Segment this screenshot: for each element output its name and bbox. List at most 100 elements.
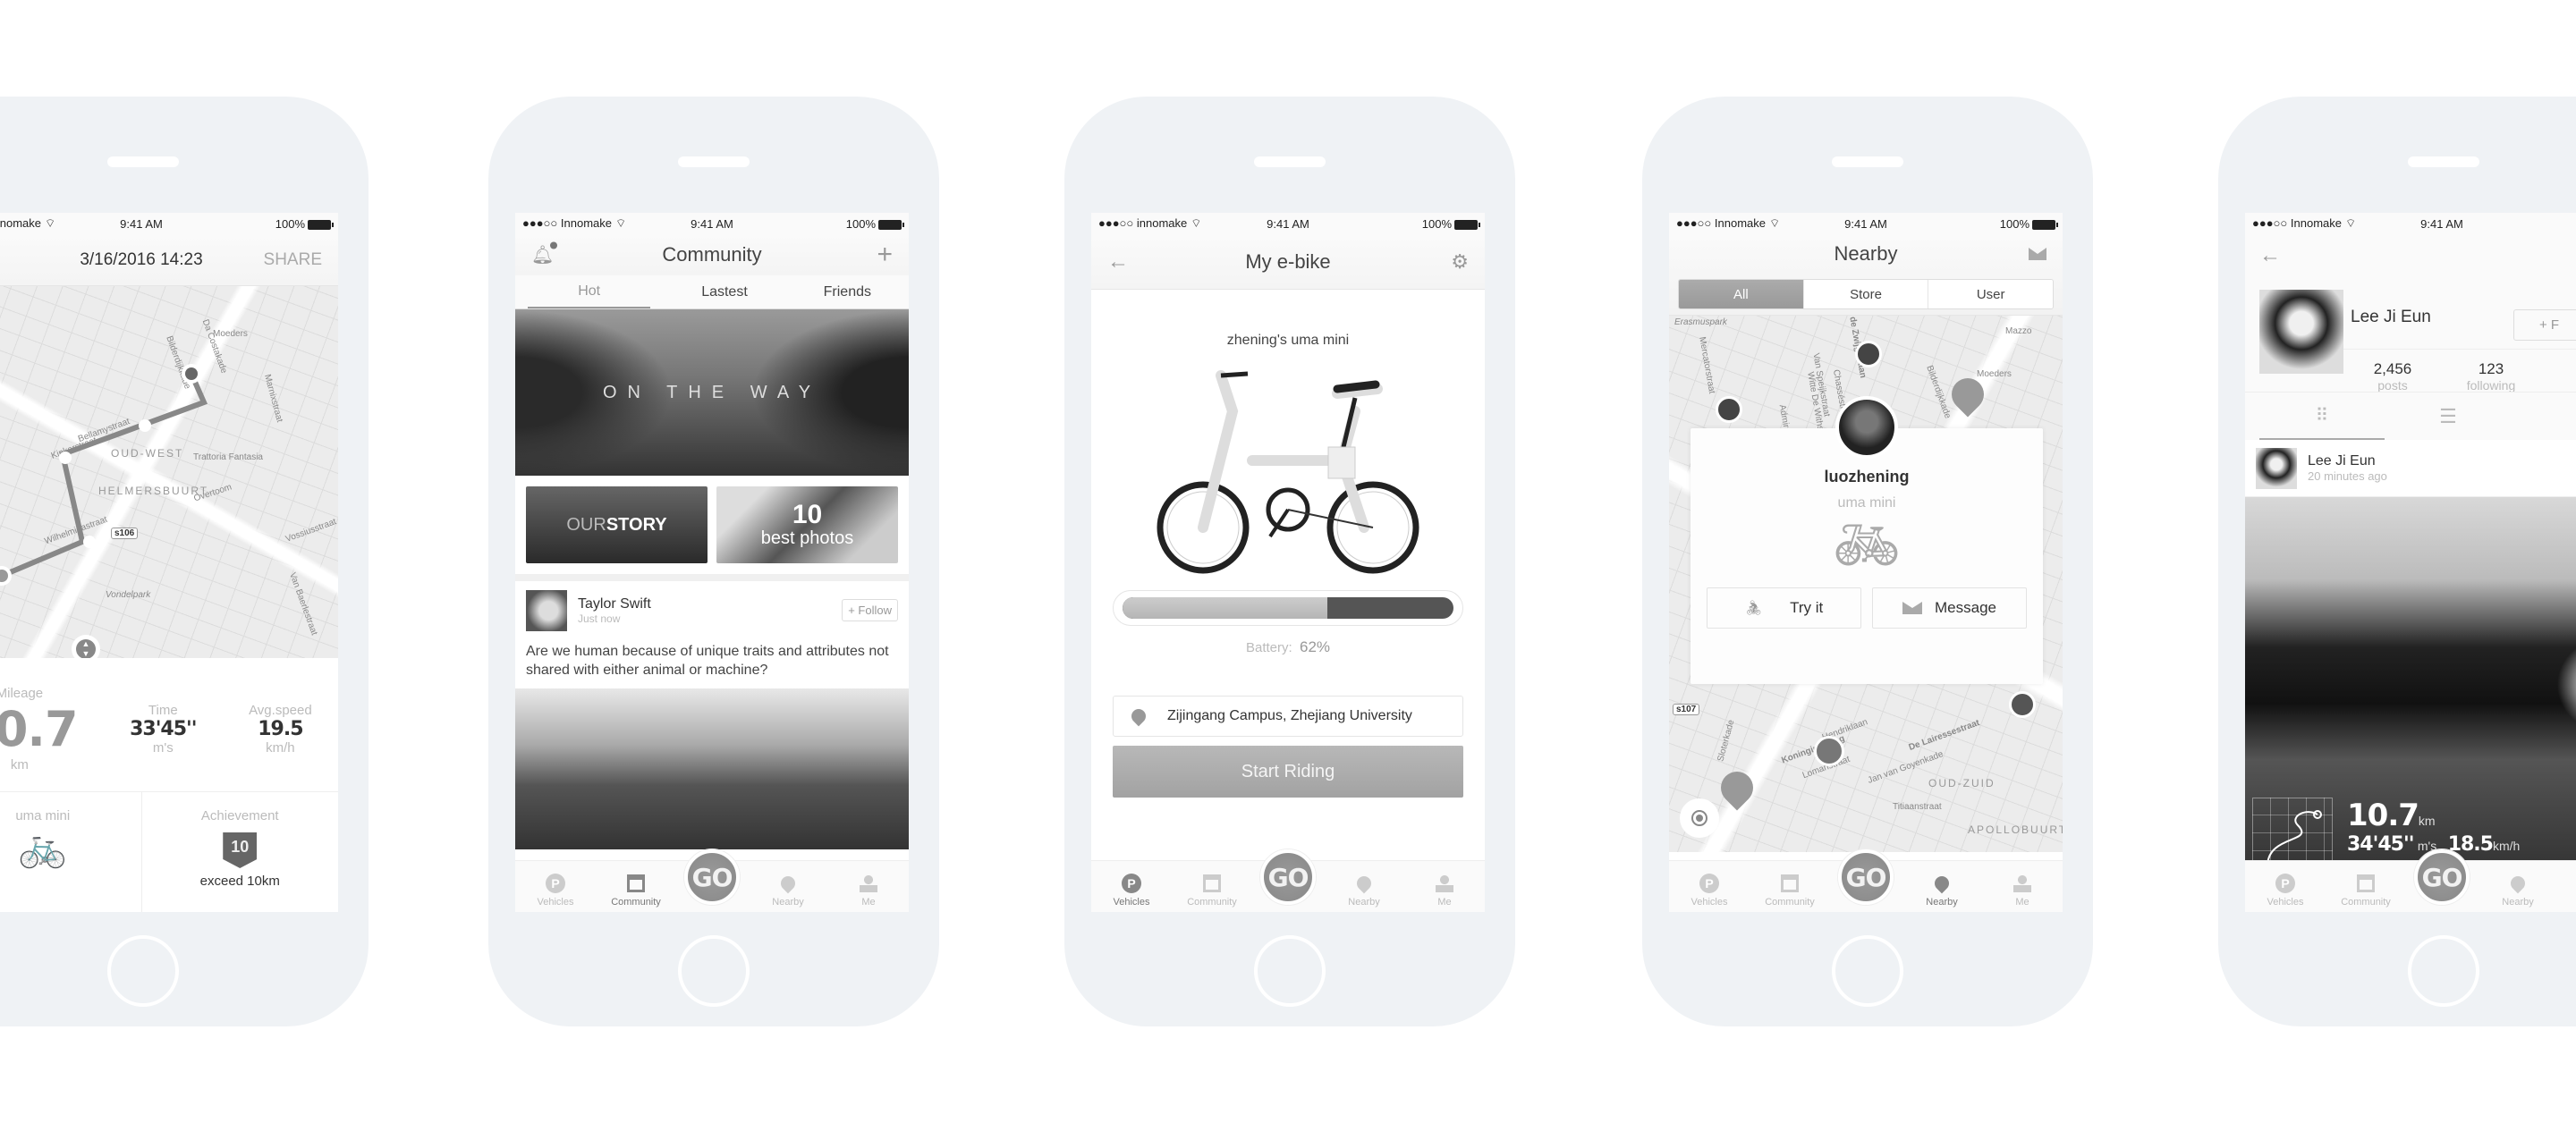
segment-store[interactable]: Store: [1802, 280, 1928, 308]
home-button[interactable]: [1832, 935, 1903, 1007]
home-button[interactable]: [678, 935, 750, 1007]
featured-banner[interactable]: ON THE WAY: [515, 309, 909, 476]
battery-percent: 100%: [275, 216, 305, 231]
up-down-arrow-icon: ▲ ▼: [76, 639, 96, 658]
achievement-card[interactable]: Achievement 10 exceed 10km: [142, 792, 339, 912]
location-pin-icon: [1128, 705, 1149, 727]
profile-view-tabs: ⠿ ☰ 🚴︎: [2245, 392, 2576, 440]
posts-stat[interactable]: 2,456 posts: [2343, 350, 2442, 393]
route-map[interactable]: Moeders OUD-WEST HELMERSBUURT Trattoria …: [0, 286, 338, 658]
tab-hot[interactable]: Hot: [528, 275, 651, 308]
crosshair-icon: [1691, 810, 1707, 826]
home-button[interactable]: [107, 935, 179, 1007]
back-arrow-icon[interactable]: ←: [1107, 249, 1129, 274]
post-author[interactable]: Lee Ji Eun: [2308, 453, 2387, 469]
tab-community[interactable]: Community: [2330, 874, 2402, 908]
tab-me[interactable]: Me: [1987, 874, 2058, 908]
tab-community[interactable]: Community: [600, 874, 672, 908]
add-post-button[interactable]: +: [877, 240, 893, 270]
ride-photo[interactable]: 10.7km 34'45'' m's 18.5km/h: [2245, 497, 2576, 873]
settings-gear-icon[interactable]: ⚙: [1451, 250, 1469, 274]
our-story-card[interactable]: OUR STORY: [526, 486, 708, 563]
post-header: Taylor Swift Just now + Follow: [526, 590, 898, 631]
store-pin[interactable]: [1714, 764, 1760, 811]
location-pin-icon: [2507, 873, 2529, 894]
nearby-map[interactable]: Erasmuspark Mercatorstraat Admiralengrac…: [1669, 316, 2063, 852]
cyclist-icon: 🚴︎: [1744, 601, 1764, 616]
phone-my-ebike: ●●●○○ innomake ⌔ 9:41 AM 100% ← My e-bike…: [1064, 97, 1515, 1026]
mail-icon[interactable]: [2029, 242, 2046, 266]
followers-stat[interactable]: 1fo: [2540, 350, 2576, 393]
user-pin[interactable]: [1716, 396, 1742, 423]
go-button[interactable]: GO: [684, 849, 740, 905]
battery-icon: [1454, 219, 1480, 230]
go-button[interactable]: GO: [2414, 849, 2470, 905]
share-button[interactable]: SHARE: [264, 250, 322, 270]
tab-nearby[interactable]: Nearby: [1328, 873, 1400, 908]
profile-stats: 2,456posts 123following 1fo: [2343, 349, 2576, 393]
tab-vehicles[interactable]: P Vehicles: [520, 874, 591, 908]
follow-button[interactable]: + Follow: [842, 599, 898, 621]
tab-bar: PVehicles Community Nearby Me GO: [1091, 849, 1485, 912]
tab-vehicles[interactable]: P Vehicles: [1674, 874, 1745, 908]
location-field[interactable]: Zijingang Campus, Zhejiang University: [1113, 696, 1463, 737]
status-time: 9:41 AM: [120, 216, 163, 231]
user-pin[interactable]: [1855, 341, 1882, 367]
best-photos-card[interactable]: 10 best photos: [716, 486, 898, 563]
author-name[interactable]: Taylor Swift: [578, 596, 651, 612]
photo-marker[interactable]: [139, 419, 151, 432]
popup-actions: 🚴︎ Try it Message: [1690, 587, 2043, 629]
tab-community[interactable]: Community: [1176, 874, 1248, 908]
battery-icon: [308, 219, 334, 230]
segment-user[interactable]: User: [1928, 280, 2053, 308]
tab-me[interactable]: Me: [1409, 874, 1480, 908]
photo-marker[interactable]: [83, 536, 96, 548]
popup-avatar[interactable]: [1835, 396, 1898, 459]
list-view-icon[interactable]: ☰: [2399, 393, 2497, 440]
home-button[interactable]: [1254, 935, 1326, 1007]
speaker: [1254, 156, 1326, 167]
back-arrow-icon[interactable]: ←: [2259, 243, 2281, 268]
bike-name: zhening's uma mini: [1226, 333, 1350, 348]
tab-lastest[interactable]: Lastest: [663, 275, 785, 308]
screen: ●●●○○ innomake ⌔ 9:41 AM 100% ← My e-bike…: [1091, 213, 1485, 912]
message-button[interactable]: Message: [1872, 587, 2027, 629]
start-riding-button[interactable]: Start Riding: [1113, 746, 1463, 798]
post-avatar[interactable]: [2256, 447, 2297, 489]
go-button[interactable]: GO: [1260, 849, 1316, 905]
phone-nearby: ●●●○○ Innomake ⌔ 9:41 AM 100% Nearby All …: [1642, 97, 2093, 1026]
home-button[interactable]: [2408, 935, 2479, 1007]
rides-view-icon[interactable]: 🚴︎: [2497, 393, 2576, 440]
profile-avatar[interactable]: [2259, 290, 2343, 374]
page-title: Nearby: [1834, 242, 1898, 265]
page-title: My e-bike: [1245, 249, 1331, 273]
follow-button[interactable]: + F: [2513, 309, 2576, 341]
tab-vehicles[interactable]: P Vehicles: [2250, 874, 2321, 908]
following-stat[interactable]: 123 following: [2442, 350, 2540, 393]
grid-view-icon[interactable]: ⠿: [2259, 393, 2385, 440]
bike-card[interactable]: uma mini 🚲: [0, 792, 142, 912]
tab-nearby[interactable]: Nearby: [752, 873, 824, 908]
try-it-button[interactable]: 🚴︎ Try it: [1707, 587, 1861, 629]
status-time: 9:41 AM: [691, 216, 733, 231]
tab-nearby[interactable]: Nearby: [2482, 873, 2554, 908]
tab-community[interactable]: Community: [1754, 874, 1826, 908]
locate-me-button[interactable]: [1680, 798, 1719, 838]
tab-nearby[interactable]: Nearby: [1906, 873, 1978, 908]
photo-marker[interactable]: [59, 452, 72, 464]
segment-all[interactable]: All: [1679, 280, 1803, 308]
tab-me[interactable]: Me: [2563, 874, 2576, 908]
tab-friends[interactable]: Friends: [786, 275, 909, 308]
tab-me[interactable]: Me: [833, 874, 904, 908]
expand-toggle[interactable]: ▲ ▼: [72, 635, 100, 658]
wifi-icon: ⌔: [44, 216, 56, 230]
battery-percent: 100%: [1999, 216, 2029, 231]
user-pin[interactable]: [2009, 691, 2036, 718]
post-time: Just now: [578, 612, 621, 625]
tab-vehicles[interactable]: P Vehicles: [1096, 874, 1167, 908]
notification-bell-icon[interactable]: 🔔︎: [531, 241, 558, 266]
user-pin[interactable]: [1814, 736, 1844, 766]
go-button[interactable]: GO: [1838, 849, 1894, 905]
author-avatar[interactable]: [526, 590, 567, 631]
post-image[interactable]: [515, 688, 909, 849]
